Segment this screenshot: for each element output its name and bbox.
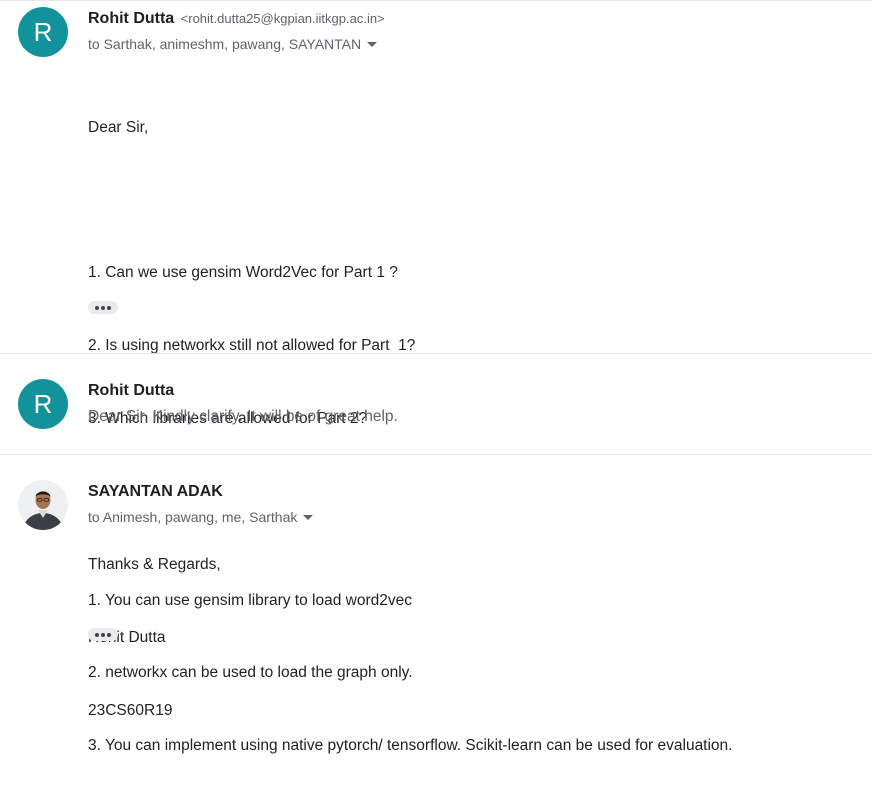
message-snippet: Dear Sir, Kindly clarify. It will be of … (88, 408, 398, 425)
body-line: 2. networkx can be used to load the grap… (88, 664, 413, 682)
recipients-line[interactable]: to Sarthak, animeshm, pawang, SAYANTAN (88, 36, 378, 52)
sender-email: <rohit.dutta25@kgpian.iitkgp.ac.in> (180, 11, 385, 26)
recipients-dropdown-icon[interactable] (367, 41, 378, 47)
sender-line: Rohit Dutta <rohit.dutta25@kgpian.iitkgp… (88, 10, 385, 28)
recipients-prefix: to (88, 509, 103, 525)
recipients-list: Sarthak, animeshm, pawang, SAYANTAN (103, 36, 362, 52)
recipients-list: Animesh, pawang, (102, 509, 222, 525)
recipients-dropdown-icon[interactable] (303, 514, 314, 520)
message-expanded-1[interactable]: R Rohit Dutta <rohit.dutta25@kgpian.iitk… (0, 0, 872, 719)
body-line: 3. You can implement using native pytorc… (88, 737, 733, 755)
sender-avatar[interactable]: R (18, 379, 68, 429)
dot-icon (107, 305, 111, 310)
show-trimmed-content-button[interactable] (88, 628, 118, 641)
body-line: Dear Sir, (88, 118, 149, 136)
sender-name[interactable]: SAYANTAN ADAK (88, 483, 223, 501)
dot-icon (95, 632, 99, 637)
recipients-line[interactable]: to Animesh, pawang, me, Sarthak (88, 509, 314, 525)
body-line: 1. You can use gensim library to load wo… (88, 591, 412, 609)
message-body: 1. You can use gensim library to load wo… (88, 540, 732, 807)
sender-name[interactable]: Rohit Dutta (88, 10, 174, 27)
dot-icon (95, 305, 99, 310)
body-line: 1. Can we use gensim Word2Vec for Part 1… (88, 264, 398, 282)
sender-avatar[interactable]: R (18, 7, 68, 57)
dot-icon (101, 632, 105, 637)
sender-avatar-photo[interactable] (18, 480, 68, 530)
body-line (88, 188, 415, 212)
recipients-list-tail: , Sarthak (241, 509, 298, 525)
sender-name[interactable]: Rohit Dutta (88, 382, 174, 400)
message-expanded-3[interactable]: SAYANTAN ADAK to Animesh, pawang, me, Sa… (0, 455, 872, 754)
person-photo-icon (18, 480, 68, 530)
show-trimmed-content-button[interactable] (88, 301, 118, 314)
dot-icon (101, 305, 105, 310)
dot-icon (107, 632, 111, 637)
recipients-prefix: to (88, 36, 104, 52)
recipient-me: me (221, 509, 242, 525)
message-collapsed-2[interactable]: R Rohit Dutta Dear Sir, Kindly clarify. … (0, 354, 872, 454)
